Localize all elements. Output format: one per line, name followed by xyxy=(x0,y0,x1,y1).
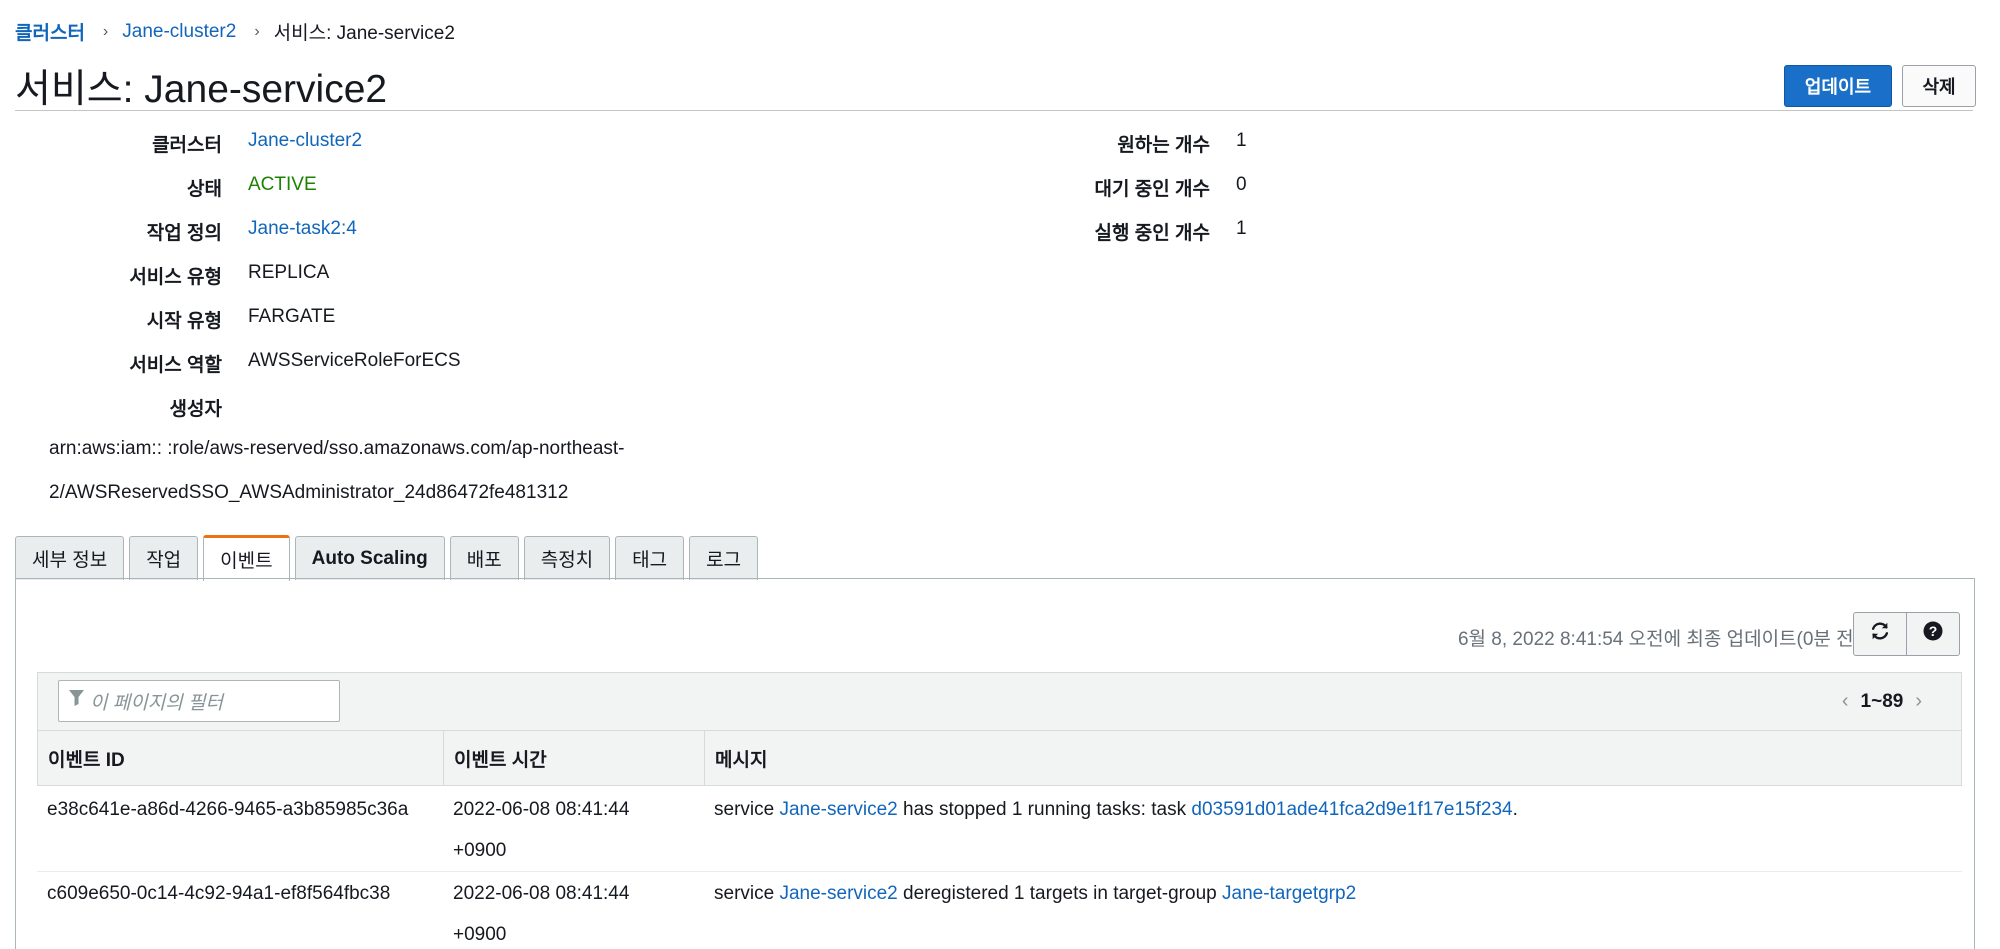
tab-details[interactable]: 세부 정보 xyxy=(15,536,125,580)
created-by-arn-line1: arn:aws:iam:: :role/aws-reserved/sso.ama… xyxy=(49,438,625,459)
chevron-right-icon[interactable]: › xyxy=(1915,690,1922,713)
event-message-cell: service Jane-service2 has stopped 1 runn… xyxy=(704,788,1962,871)
event-message-cell: service Jane-service2 deregistered 1 tar… xyxy=(704,872,1962,949)
delete-button[interactable]: 삭제 xyxy=(1902,65,1976,107)
filter-icon xyxy=(69,690,84,712)
column-header-message[interactable]: 메시지 xyxy=(705,731,1961,785)
event-id-cell: c609e650-0c14-4c92-94a1-ef8f564fbc38 xyxy=(47,883,391,904)
svg-text:?: ? xyxy=(1929,623,1938,639)
filter-input[interactable]: 이 페이지의 필터 xyxy=(58,680,340,722)
detail-label-service-role: 서비스 역할 xyxy=(129,355,222,376)
message-text: . xyxy=(1512,799,1518,820)
event-time-date: 2022-06-08 08:41:44 xyxy=(453,883,630,904)
title-divider xyxy=(15,110,1973,111)
events-table-header: 이벤트 ID 이벤트 시간 메시지 xyxy=(37,730,1962,786)
detail-value-service-role: AWSServiceRoleForECS xyxy=(248,350,461,371)
refresh-button[interactable] xyxy=(1853,612,1907,656)
detail-value-pending-count: 0 xyxy=(1236,174,1247,195)
service-link[interactable]: Jane-service2 xyxy=(779,799,897,820)
pagination: ‹ 1~89 › xyxy=(1830,690,1934,713)
filter-placeholder: 이 페이지의 필터 xyxy=(90,692,223,714)
table-row: e38c641e-a86d-4266-9465-a3b85985c36a 202… xyxy=(37,788,1962,872)
event-time-cell: 2022-06-08 08:41:44 +0900 xyxy=(443,872,704,949)
detail-label-created-by: 생성자 xyxy=(169,399,222,420)
tab-tasks[interactable]: 작업 xyxy=(129,536,199,580)
breadcrumb-current: 서비스: Jane-service2 xyxy=(273,23,455,44)
message-text: service xyxy=(714,883,780,904)
breadcrumb: 클러스터 › Jane-cluster2 › 서비스: Jane-service… xyxy=(15,18,455,45)
help-icon: ? xyxy=(1923,621,1943,647)
service-tabs: 세부 정보 작업 이벤트 Auto Scaling 배포 측정치 태그 로그 xyxy=(15,534,763,581)
detail-value-service-type: REPLICA xyxy=(248,262,330,283)
tab-events[interactable]: 이벤트 xyxy=(203,535,290,581)
column-header-event-time[interactable]: 이벤트 시간 xyxy=(444,731,705,785)
status-badge: ACTIVE xyxy=(248,174,317,195)
detail-label-launch-type: 시작 유형 xyxy=(146,311,222,332)
help-button[interactable]: ? xyxy=(1906,612,1960,656)
detail-value-running-count: 1 xyxy=(1236,218,1247,239)
message-text: deregistered 1 targets in target-group xyxy=(897,883,1222,904)
detail-label-running-count: 실행 중인 개수 xyxy=(1094,223,1210,244)
detail-value-cluster-link[interactable]: Jane-cluster2 xyxy=(248,130,362,152)
tab-metrics[interactable]: 측정치 xyxy=(523,536,611,580)
detail-value-task-definition-link[interactable]: Jane-task2:4 xyxy=(248,218,357,240)
detail-value-launch-type: FARGATE xyxy=(248,306,336,327)
refresh-icon xyxy=(1869,620,1891,648)
event-time-tz: +0900 xyxy=(453,924,507,945)
tab-tags[interactable]: 태그 xyxy=(615,536,685,580)
detail-label-task-definition: 작업 정의 xyxy=(146,223,222,244)
table-row: c609e650-0c14-4c92-94a1-ef8f564fbc38 202… xyxy=(37,872,1962,949)
chevron-left-icon[interactable]: ‹ xyxy=(1842,690,1849,713)
detail-label-service-type: 서비스 유형 xyxy=(129,267,222,288)
tab-logs[interactable]: 로그 xyxy=(689,536,759,580)
chevron-right-icon: › xyxy=(102,22,109,40)
event-time-date: 2022-06-08 08:41:44 xyxy=(453,799,630,820)
detail-label-desired-count: 원하는 개수 xyxy=(1117,135,1210,156)
update-button[interactable]: 업데이트 xyxy=(1784,65,1892,107)
chevron-right-icon: › xyxy=(254,22,260,40)
last-updated-text: 6월 8, 2022 8:41:54 오전에 최종 업데이트(0분 전) xyxy=(1457,629,1860,650)
task-link[interactable]: d03591d01ade41fca2d9e1f17e15f234 xyxy=(1191,799,1512,820)
target-group-link[interactable]: Jane-targetgrp2 xyxy=(1222,883,1356,904)
detail-label-pending-count: 대기 중인 개수 xyxy=(1094,179,1210,200)
service-link[interactable]: Jane-service2 xyxy=(779,883,897,904)
event-time-cell: 2022-06-08 08:41:44 +0900 xyxy=(443,788,704,871)
breadcrumb-clusters-link[interactable]: 클러스터 xyxy=(15,18,85,45)
message-text: service xyxy=(714,799,780,820)
detail-value-desired-count: 1 xyxy=(1236,130,1247,151)
message-text: has stopped 1 running tasks: task xyxy=(897,799,1192,820)
event-time-tz: +0900 xyxy=(453,840,507,861)
breadcrumb-cluster-link[interactable]: Jane-cluster2 xyxy=(122,21,236,43)
created-by-arn-line2: 2/AWSReservedSSO_AWSAdministrator_24d864… xyxy=(49,482,569,503)
detail-label-status: 상태 xyxy=(187,179,222,200)
event-id-cell: e38c641e-a86d-4266-9465-a3b85985c36a xyxy=(47,799,409,820)
detail-label-cluster: 클러스터 xyxy=(152,135,222,156)
tab-auto-scaling[interactable]: Auto Scaling xyxy=(294,536,445,580)
column-header-event-id[interactable]: 이벤트 ID xyxy=(38,731,444,785)
tab-deployments[interactable]: 배포 xyxy=(449,536,519,580)
page-range: 1~89 xyxy=(1860,690,1904,712)
tabs-divider xyxy=(15,578,1975,579)
page-title: 서비스: Jane-service2 xyxy=(15,68,388,111)
